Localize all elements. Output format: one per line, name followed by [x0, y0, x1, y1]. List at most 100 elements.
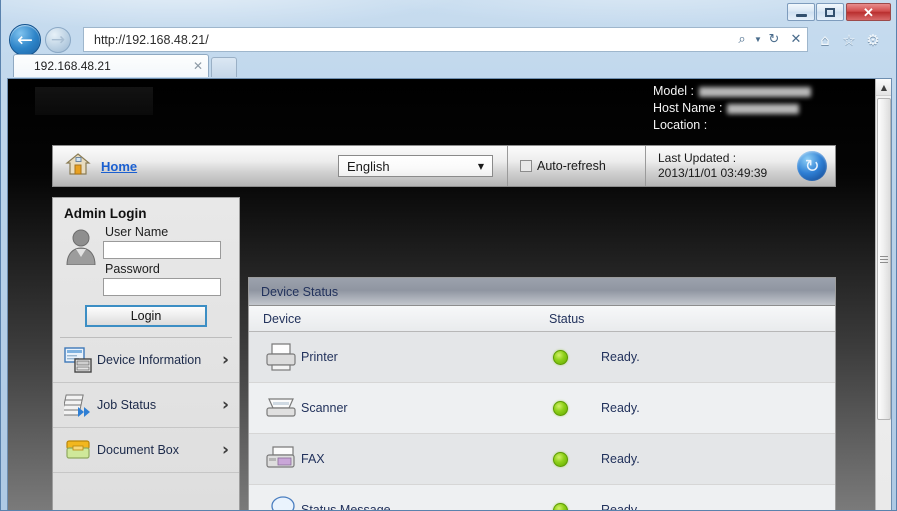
url-text[interactable]: http://192.168.48.21/ [84, 33, 731, 47]
language-value: English [347, 158, 390, 174]
table-row[interactable]: Scanner Ready. [249, 383, 835, 434]
sidebar-item-label: Document Box [97, 443, 179, 457]
device-name: Printer [301, 350, 338, 364]
document-box-icon [63, 435, 95, 465]
back-arrow-icon: ← [17, 28, 33, 51]
close-icon: ✕ [863, 4, 874, 20]
browser-tab[interactable]: 192.168.48.21 ✕ [13, 54, 209, 77]
host-name-value-redacted [727, 103, 800, 114]
device-status-text: Ready. [601, 401, 640, 415]
sidebar-item-device-information[interactable]: Device Information › [53, 338, 239, 383]
login-button[interactable]: Login [85, 305, 207, 327]
location-row: Location : [653, 117, 811, 134]
refresh-button[interactable]: ↻ [797, 151, 827, 181]
column-header-status: Status [549, 311, 585, 326]
tab-label: 192.168.48.21 [34, 59, 111, 73]
status-led [553, 400, 568, 416]
home-icon[interactable]: ⌂ [815, 30, 835, 50]
search-dropdown-icon[interactable]: ▼ [753, 35, 763, 44]
new-tab-button[interactable] [211, 57, 237, 77]
page-viewport: Model : Host Name : Location : Home Engl… [7, 78, 892, 511]
forward-button[interactable]: → [45, 27, 71, 53]
tab-strip: 192.168.48.21 ✕ [1, 54, 896, 78]
back-button[interactable]: ← [9, 24, 41, 56]
page-scrollbar[interactable]: ▲ [875, 79, 891, 510]
minimize-icon [795, 13, 807, 17]
auto-refresh-label: Auto-refresh [537, 159, 606, 173]
status-message-icon [249, 495, 301, 510]
printer-icon [249, 342, 301, 372]
home-cell: Home English ▼ [53, 146, 508, 186]
status-led [553, 502, 568, 510]
home-link[interactable]: Home [101, 159, 137, 174]
auto-refresh-checkbox[interactable] [520, 160, 532, 172]
close-button[interactable]: ✕ [846, 3, 891, 21]
device-name: Scanner [301, 401, 348, 415]
panel-title: Device Status [261, 284, 339, 299]
chevron-right-icon: › [221, 395, 229, 415]
host-name-row: Host Name : [653, 100, 811, 117]
tab-close-icon[interactable]: ✕ [188, 59, 208, 73]
avatar [63, 227, 99, 267]
username-label: User Name [105, 225, 169, 239]
table-row[interactable]: Printer Ready. [249, 332, 835, 383]
chevron-right-icon: › [221, 350, 229, 370]
device-name: FAX [301, 452, 325, 466]
host-name-label: Host Name : [653, 101, 723, 115]
sidebar-item-job-status[interactable]: Job Status › [53, 383, 239, 428]
main-content: Device Status Device Status Printer Read… [248, 277, 836, 511]
sidebar-item-document-box[interactable]: Document Box › [53, 428, 239, 473]
scrollbar-thumb[interactable] [877, 98, 891, 420]
device-name: Status Message [301, 503, 391, 511]
sidebar: Admin Login User Name Password Login Dev… [52, 197, 240, 510]
search-icon[interactable]: ⌕ [731, 28, 753, 51]
device-status-header: Device Status [249, 278, 835, 306]
model-label: Model : [653, 84, 694, 98]
scrollbar-grip-icon [880, 254, 888, 265]
login-fields: User Name Password [101, 223, 231, 296]
device-status-text: Ready. [601, 350, 640, 364]
page-background: Model : Host Name : Location : Home Engl… [8, 79, 877, 511]
language-select[interactable]: English ▼ [338, 155, 493, 177]
chevron-down-icon: ▼ [477, 161, 484, 171]
auto-refresh-cell[interactable]: Auto-refresh [508, 146, 646, 186]
column-header-device: Device [263, 311, 302, 326]
model-row: Model : [653, 83, 811, 100]
admin-login-title: Admin Login [64, 206, 147, 221]
model-value-redacted [699, 86, 811, 97]
last-updated-text: Last Updated : 2013/11/01 03:49:39 [658, 151, 767, 181]
last-updated-label: Last Updated : [658, 151, 737, 165]
refresh-circular-icon: ↻ [804, 155, 820, 177]
device-status-column-headers: Device Status [249, 306, 835, 332]
password-input[interactable] [103, 277, 221, 296]
chevron-right-icon: › [221, 440, 229, 460]
refresh-icon[interactable]: ↻ [763, 28, 785, 51]
maximize-button[interactable] [816, 3, 844, 21]
admin-login-form: User Name Password [53, 223, 239, 296]
address-bar[interactable]: http://192.168.48.21/ ⌕ ▼ ↻ ✕ [83, 27, 808, 52]
last-updated-cell: Last Updated : 2013/11/01 03:49:39 ↻ [646, 146, 835, 186]
vendor-logo [35, 87, 153, 115]
favorites-star-icon[interactable]: ☆ [839, 30, 859, 50]
navigation-toolbar: ← → http://192.168.48.21/ ⌕ ▼ ↻ ✕ ⌂ ☆ ⚙ [1, 24, 896, 56]
device-information-icon [63, 345, 95, 375]
page-header-bar: Home English ▼ Auto-refresh Last Updated… [52, 145, 836, 187]
username-input[interactable] [103, 241, 221, 259]
job-status-icon [63, 390, 95, 420]
table-row[interactable]: FAX Ready. [249, 434, 835, 485]
status-led [553, 451, 568, 467]
device-status-text: Ready. [601, 452, 640, 466]
browser-window: ✕ ← → http://192.168.48.21/ ⌕ ▼ ↻ ✕ ⌂ ☆ … [0, 0, 897, 511]
table-row[interactable]: Status Message Ready [249, 485, 835, 511]
scroll-up-arrow[interactable]: ▲ [876, 79, 891, 96]
forward-arrow-icon: → [50, 29, 66, 50]
title-bar: ✕ [1, 0, 896, 24]
stop-icon[interactable]: ✕ [785, 28, 807, 51]
sidebar-item-label: Job Status [97, 398, 157, 412]
sidebar-item-label: Device Information [97, 353, 202, 367]
device-status-panel: Device Status Device Status Printer Read… [248, 277, 836, 511]
scanner-icon [249, 393, 301, 423]
gear-icon[interactable]: ⚙ [863, 30, 883, 50]
last-updated-value: 2013/11/01 03:49:39 [658, 166, 768, 180]
minimize-button[interactable] [787, 3, 815, 21]
